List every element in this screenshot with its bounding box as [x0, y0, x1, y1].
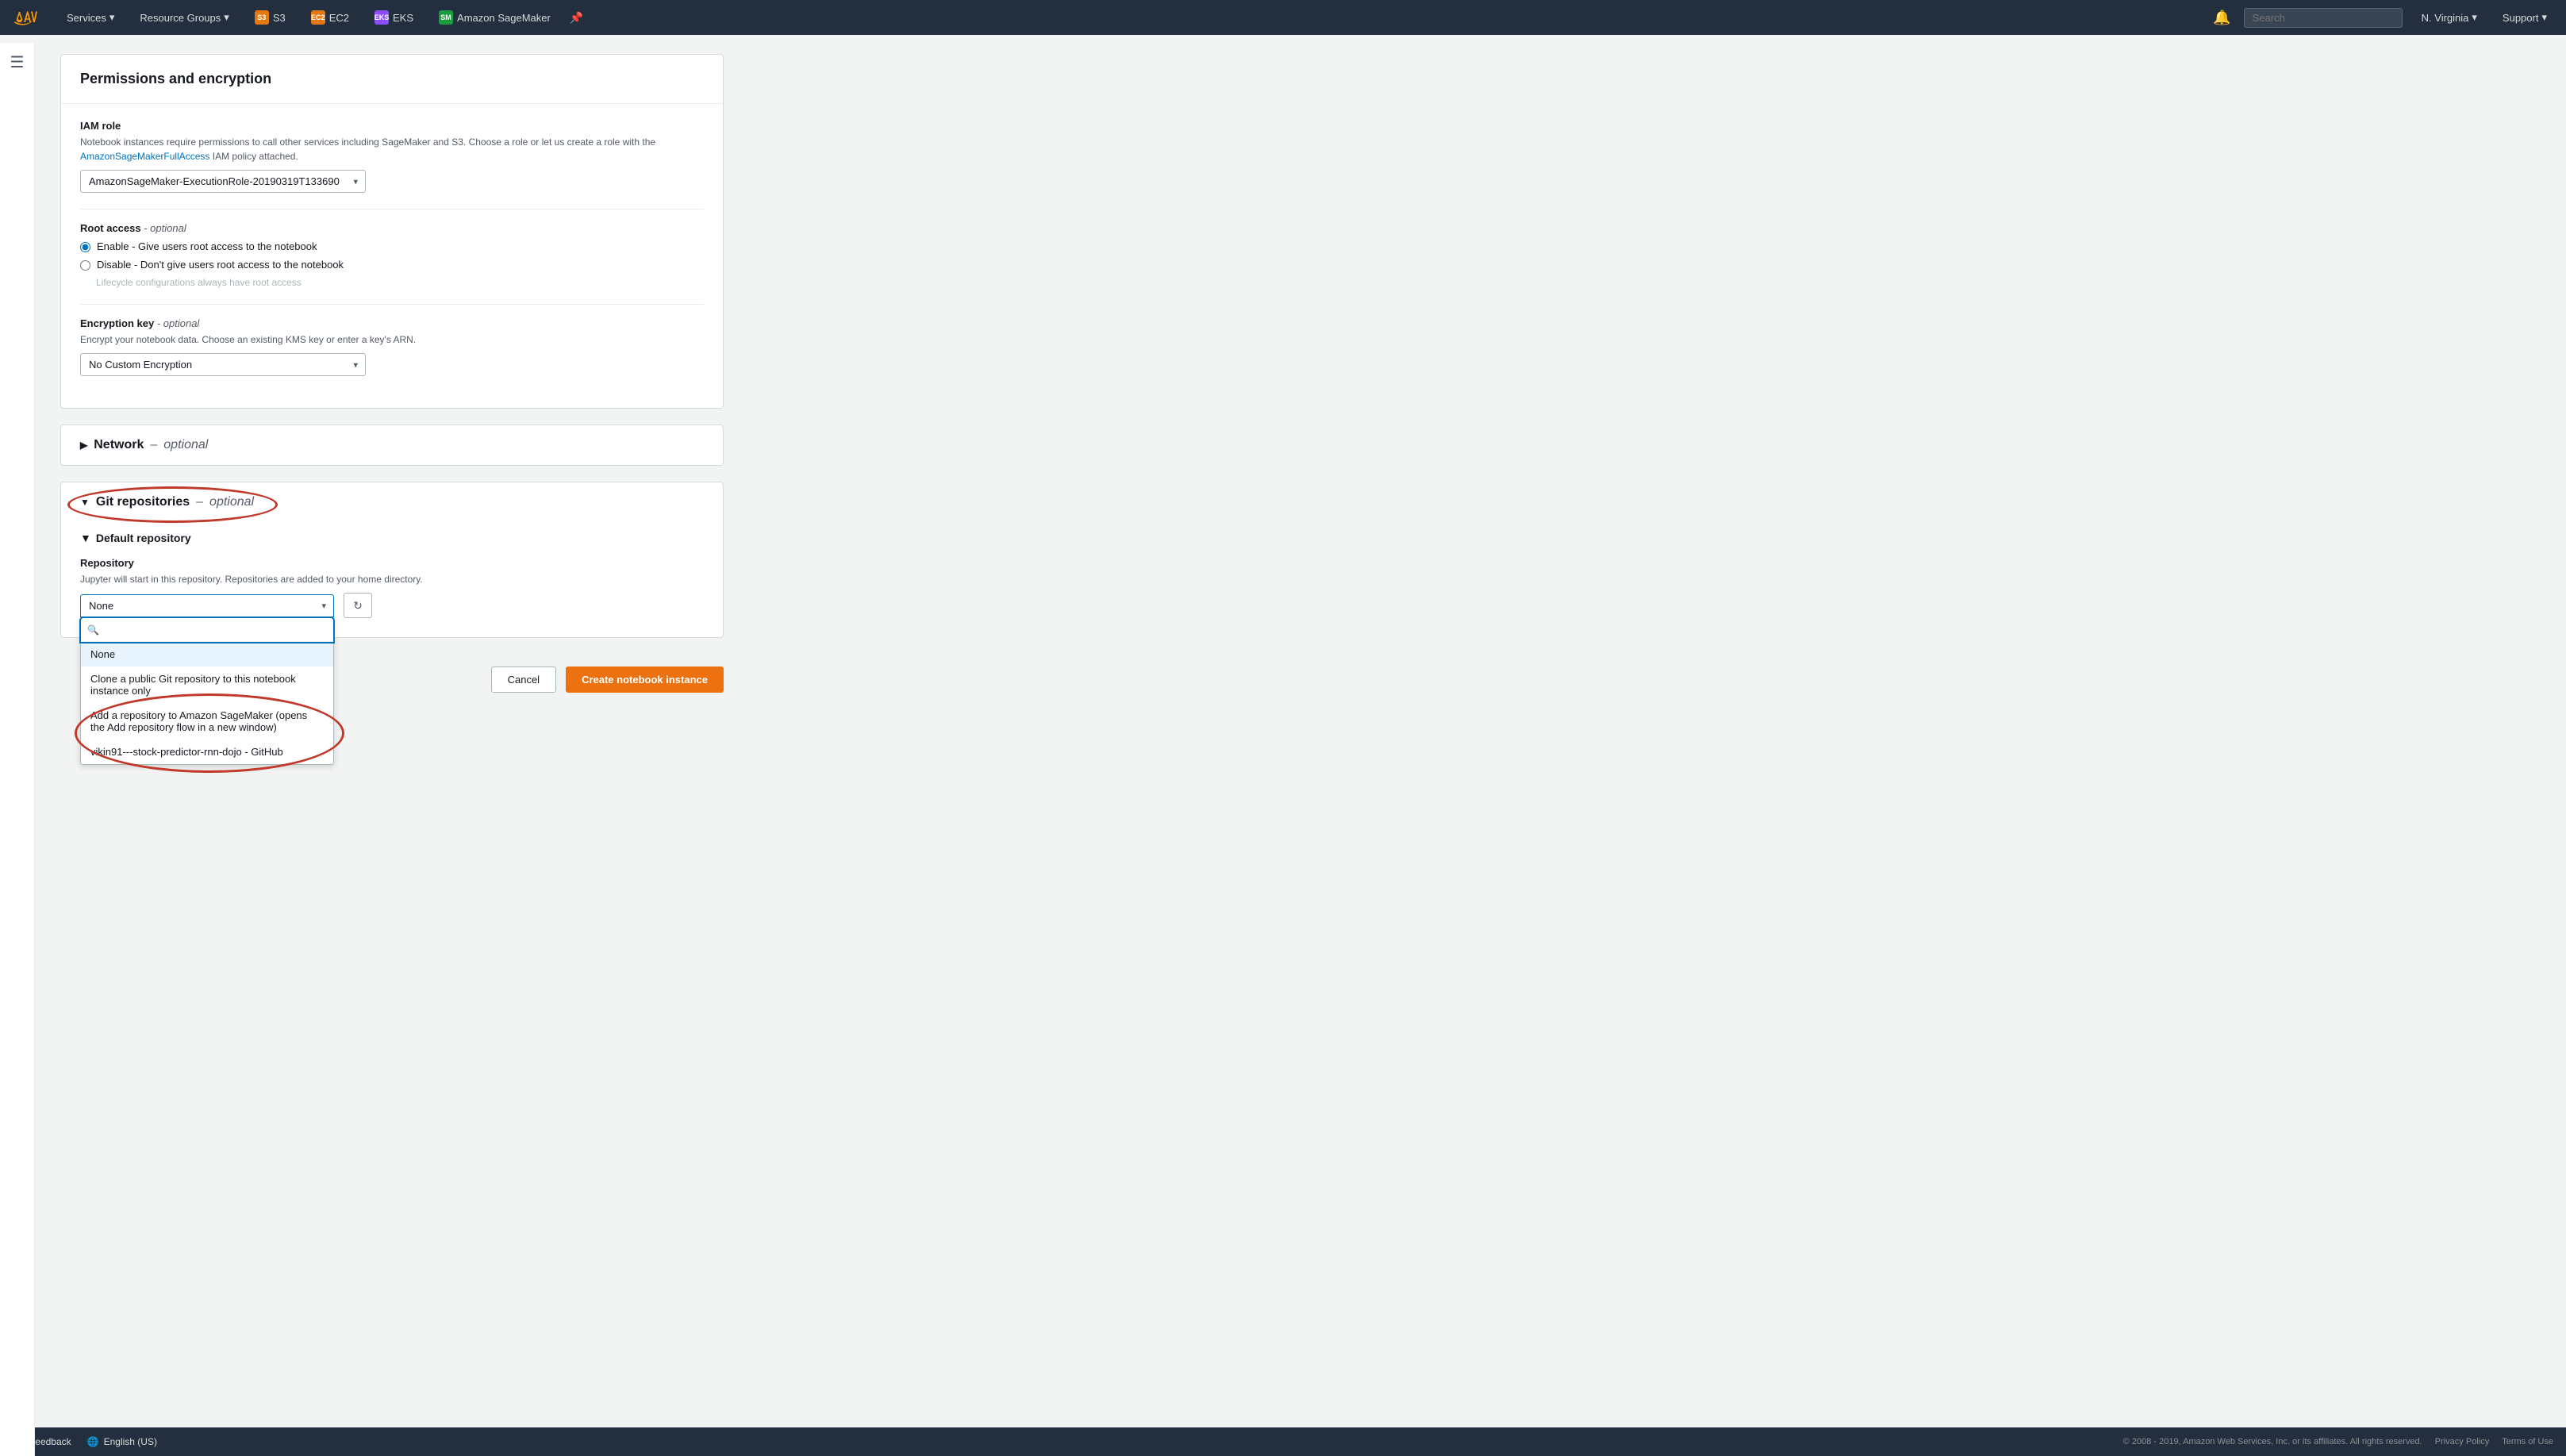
iam-full-access-link[interactable]: AmazonSageMakerFullAccess: [80, 151, 209, 162]
dropdown-option-add-repo[interactable]: Add a repository to Amazon SageMaker (op…: [81, 703, 333, 740]
git-optional-label: optional: [209, 495, 254, 509]
repository-select-display[interactable]: None: [80, 594, 334, 617]
enable-root-radio[interactable]: [80, 242, 90, 252]
main-content: Permissions and encryption IAM role Note…: [35, 35, 749, 724]
repository-dropdown-menu: 🔍 None Clone a public Git repository to …: [80, 617, 334, 765]
repository-field-desc: Jupyter will start in this repository. R…: [80, 572, 704, 586]
root-access-label: Root access - optional: [80, 222, 704, 234]
refresh-button[interactable]: ↻: [344, 593, 372, 618]
repository-field-label: Repository: [80, 557, 704, 569]
git-title: Git repositories: [96, 495, 190, 509]
dropdown-option-clone-public[interactable]: Clone a public Git repository to this no…: [81, 667, 333, 703]
permissions-section-body: IAM role Notebook instances require perm…: [61, 104, 723, 408]
refresh-icon: ↻: [353, 599, 363, 613]
cancel-button[interactable]: Cancel: [491, 667, 556, 693]
network-title: Network: [94, 438, 144, 452]
resource-groups-menu[interactable]: Resource Groups ▾: [133, 8, 235, 27]
sagemaker-label: Amazon SageMaker: [457, 12, 551, 24]
notification-bell[interactable]: 🔔: [2213, 10, 2230, 26]
bottom-bar: 💬 Feedback 🌐 English (US) © 2008 - 2019,…: [0, 1427, 2566, 1456]
dropdown-search-wrapper: 🔍: [81, 618, 333, 642]
dropdown-option-vikin91[interactable]: vikin91---stock-predictor-rnn-dojo - Git…: [81, 740, 333, 764]
language-label: English (US): [104, 1436, 157, 1447]
region-chevron-icon: ▾: [2472, 11, 2477, 24]
iam-role-description: Notebook instances require permissions t…: [80, 135, 704, 163]
feedback-label: Feedback: [29, 1436, 71, 1447]
disable-root-radio[interactable]: [80, 260, 90, 271]
region-selector[interactable]: N. Virginia ▾: [2415, 8, 2483, 27]
encryption-select[interactable]: No Custom Encryption: [80, 353, 366, 376]
nav-search-input[interactable]: [2244, 8, 2403, 28]
encryption-desc: Encrypt your notebook data. Choose an ex…: [80, 332, 704, 347]
default-repo-label: Default repository: [96, 532, 191, 544]
enable-root-label: Enable - Give users root access to the n…: [97, 240, 317, 252]
permissions-title-text: Permissions and encryption: [80, 71, 271, 86]
dropdown-option-none[interactable]: None: [81, 642, 333, 667]
terms-of-use-link[interactable]: Terms of Use: [2502, 1437, 2553, 1446]
services-chevron-icon: ▾: [109, 11, 115, 24]
permissions-section-title: Permissions and encryption: [61, 55, 723, 104]
s3-label: S3: [273, 12, 286, 24]
eks-nav-link[interactable]: EKS EKS: [368, 7, 420, 28]
support-menu[interactable]: Support ▾: [2496, 8, 2553, 27]
repository-select-wrapper: None ▾ 🔍 None Clone a public Git: [80, 594, 334, 617]
default-repository-header: ▼ Default repository: [80, 532, 704, 544]
iam-role-select[interactable]: AmazonSageMaker-ExecutionRole-20190319T1…: [80, 170, 366, 193]
lifecycle-note: Lifecycle configurations always have roo…: [96, 277, 704, 288]
ec2-icon: EC2: [311, 10, 325, 25]
language-selector[interactable]: 🌐 English (US): [87, 1436, 157, 1447]
sagemaker-nav-link[interactable]: SM Amazon SageMaker: [432, 7, 557, 28]
git-section-header[interactable]: ▼ Git repositories – optional: [61, 482, 723, 522]
resource-groups-label: Resource Groups: [140, 12, 221, 24]
top-navigation: Services ▾ Resource Groups ▾ S3 S3 EC2 E…: [0, 0, 2566, 35]
disable-root-label: Disable - Don't give users root access t…: [97, 259, 344, 271]
repo-select-arrow-icon: ▾: [321, 601, 326, 611]
default-repository-subsection: ▼ Default repository Repository Jupyter …: [61, 522, 723, 637]
encryption-key-label: Encryption key - optional: [80, 317, 704, 329]
copyright-text: © 2008 - 2019, Amazon Web Services, Inc.…: [2123, 1437, 2422, 1446]
root-access-radio-group: Enable - Give users root access to the n…: [80, 240, 704, 288]
language-globe-icon: 🌐: [87, 1436, 99, 1447]
repository-row: None ▾ 🔍 None Clone a public Git: [80, 593, 704, 618]
ec2-label: EC2: [329, 12, 349, 24]
enable-root-access-option: Enable - Give users root access to the n…: [80, 240, 704, 252]
disable-root-access-option: Disable - Don't give users root access t…: [80, 259, 704, 271]
pin-icon[interactable]: 📌: [570, 11, 583, 25]
network-expand-icon: ▶: [80, 440, 87, 451]
sidebar-toggle-button[interactable]: ☰: [10, 52, 25, 72]
network-optional-label: optional: [163, 438, 208, 452]
privacy-policy-link[interactable]: Privacy Policy: [2435, 1437, 2489, 1446]
dropdown-search-input[interactable]: [81, 618, 333, 642]
encryption-select-wrapper: No Custom Encryption ▾: [80, 353, 366, 376]
ec2-nav-link[interactable]: EC2 EC2: [305, 7, 355, 28]
default-repo-expand-icon: ▼: [80, 532, 91, 544]
git-expand-icon: ▼: [80, 497, 90, 508]
support-chevron-icon: ▾: [2541, 11, 2547, 24]
root-access-field: Root access - optional Enable - Give use…: [80, 222, 704, 288]
aws-logo[interactable]: [13, 8, 41, 27]
repository-selected-value: None: [89, 600, 113, 612]
eks-icon: EKS: [375, 10, 389, 25]
sidebar: ☰: [0, 43, 35, 1456]
network-section-header[interactable]: ▶ Network – optional: [61, 425, 723, 465]
bottom-bar-right: © 2008 - 2019, Amazon Web Services, Inc.…: [2123, 1437, 2553, 1446]
create-notebook-button[interactable]: Create notebook instance: [566, 667, 724, 693]
s3-nav-link[interactable]: S3 S3: [248, 7, 292, 28]
iam-role-select-wrapper: AmazonSageMaker-ExecutionRole-20190319T1…: [80, 170, 366, 193]
encryption-key-field: Encryption key - optional Encrypt your n…: [80, 317, 704, 376]
services-menu[interactable]: Services ▾: [60, 8, 121, 27]
sagemaker-icon: SM: [439, 10, 453, 25]
eks-label: EKS: [393, 12, 413, 24]
permissions-section: Permissions and encryption IAM role Note…: [60, 54, 724, 409]
network-section: ▶ Network – optional: [60, 425, 724, 466]
services-label: Services: [67, 12, 106, 24]
region-label: N. Virginia: [2422, 12, 2469, 24]
support-label: Support: [2503, 12, 2539, 24]
s3-icon: S3: [255, 10, 269, 25]
iam-role-field: IAM role Notebook instances require perm…: [80, 120, 704, 193]
resource-groups-chevron-icon: ▾: [224, 11, 229, 24]
iam-role-label: IAM role: [80, 120, 704, 132]
git-repositories-section: ▼ Git repositories – optional ▼ Default …: [60, 482, 724, 638]
